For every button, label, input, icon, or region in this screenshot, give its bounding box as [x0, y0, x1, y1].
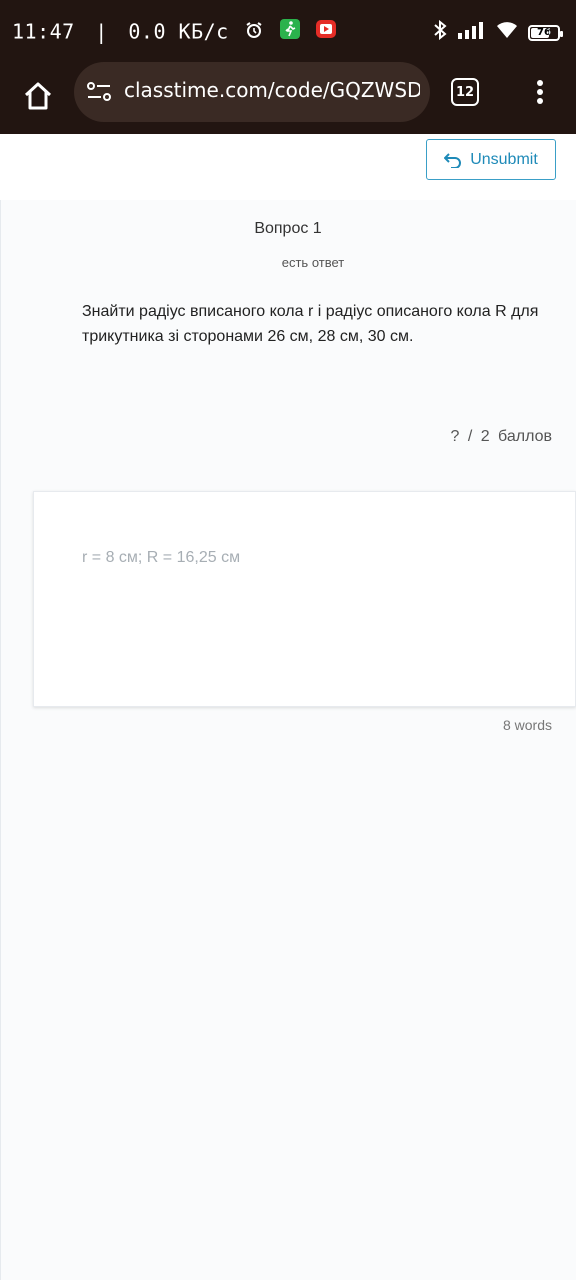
battery-icon: 76	[528, 24, 563, 41]
signal-icon	[458, 21, 486, 44]
menu-dot	[537, 80, 543, 86]
address-bar[interactable]: classtime.com/code/GQZWSD	[74, 62, 430, 122]
home-button[interactable]	[18, 76, 58, 116]
bluetooth-icon	[432, 19, 448, 45]
question-panel	[0, 200, 576, 1280]
status-speed: 0.0 КБ/с	[128, 19, 229, 44]
question-text: Знайти радіус вписаного кола r і радіус …	[82, 303, 539, 345]
wifi-icon	[496, 21, 518, 44]
answer-box[interactable]	[33, 491, 576, 707]
menu-dot	[537, 89, 543, 95]
status-right: 76	[432, 19, 563, 45]
question-score: ? / 2 баллов	[450, 428, 552, 445]
unsubmit-label: Unsubmit	[470, 150, 538, 168]
tab-switcher-button[interactable]: 12	[451, 78, 479, 106]
youtube-icon	[316, 19, 337, 44]
home-icon	[24, 82, 52, 110]
alarm-icon	[245, 20, 263, 44]
browser-menu-button[interactable]	[528, 76, 552, 108]
answer-text: r = 8 см; R = 16,25 см	[82, 549, 241, 566]
status-bar: 11:47 | 0.0 КБ/с 76	[0, 0, 576, 62]
site-settings-icon[interactable]	[86, 80, 112, 104]
undo-icon	[444, 152, 462, 168]
status-left: 11:47 | 0.0 КБ/с	[12, 18, 337, 44]
word-count: 8 words	[502, 717, 552, 733]
unsubmit-button[interactable]: Unsubmit	[426, 139, 556, 180]
tab-count: 12	[455, 84, 475, 100]
menu-dot	[537, 98, 543, 104]
battery-level: 76	[537, 27, 551, 38]
browser-toolbar: classtime.com/code/GQZWSD 12	[0, 62, 576, 134]
walking-icon	[279, 19, 300, 44]
status-time: 11:47	[12, 19, 75, 44]
question-title: Вопрос 1	[254, 220, 322, 237]
url-text[interactable]: classtime.com/code/GQZWSD	[124, 78, 420, 102]
answer-status: есть ответ	[281, 255, 345, 270]
status-separator: |	[95, 19, 108, 44]
